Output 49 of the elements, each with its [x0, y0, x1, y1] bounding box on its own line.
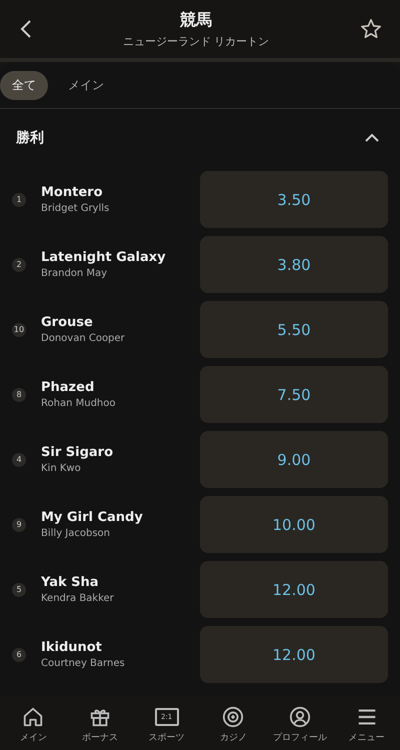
profile-icon[interactable]	[288, 706, 311, 728]
jockey-name: Brandon May	[41, 268, 108, 279]
odds-button[interactable]: 3.50	[200, 171, 388, 228]
nav-label[interactable]: メイン	[20, 731, 47, 744]
chip-icon[interactable]	[222, 706, 244, 728]
odds-button[interactable]: 7.50	[200, 366, 388, 423]
horse-name: Montero	[41, 185, 104, 200]
horse-name: My Girl Candy	[41, 510, 144, 525]
odds-button[interactable]: 10.00	[200, 496, 388, 553]
jockey-name: Kendra Bakker	[41, 593, 115, 604]
horse-name: Ikidunot	[41, 640, 103, 655]
page-title: 競馬	[180, 10, 212, 30]
runner-number: 6	[12, 648, 26, 662]
runner-number: 9	[12, 518, 26, 532]
runner-number: 5	[12, 582, 26, 596]
runner-number: 8	[12, 388, 26, 402]
runner-number: 10	[12, 322, 26, 336]
nav-label[interactable]: カジノ	[220, 731, 247, 744]
filter-tab[interactable]: メイン	[56, 70, 116, 100]
odds-button[interactable]: 9.00	[200, 431, 388, 488]
horse-name: Latenight Galaxy	[41, 250, 167, 265]
horse-name: Phazed	[41, 380, 96, 395]
market-title: 勝利	[16, 129, 44, 147]
nav-label[interactable]: プロフィール	[272, 731, 327, 744]
jockey-name: Courtney Barnes	[41, 658, 126, 669]
horse-name: Yak Sha	[41, 575, 100, 590]
nav-label[interactable]: ボーナス	[82, 731, 118, 744]
horse-name: Sir Sigaro	[41, 445, 114, 460]
runner-number: 1	[12, 192, 26, 206]
jockey-name: Donovan Cooper	[41, 333, 126, 344]
odds-button[interactable]: 12.00	[200, 561, 388, 618]
home-icon[interactable]	[22, 706, 44, 728]
chevron-icon[interactable]	[364, 133, 380, 143]
jockey-name: Bridget Grylls	[41, 203, 110, 214]
odds-button[interactable]: 3.80	[200, 236, 388, 293]
odds-button[interactable]: 5.50	[200, 301, 388, 358]
back-icon[interactable]	[20, 19, 32, 39]
jockey-name: Billy Jacobson	[41, 528, 111, 539]
filter-tab[interactable]: 全て	[0, 70, 48, 100]
star-icon[interactable]	[360, 18, 382, 40]
jockey-name: Rohan Mudhoo	[41, 398, 116, 409]
horse-name: Grouse	[41, 315, 94, 330]
runner-number: 4	[12, 452, 26, 466]
page-subtitle: ニュージーランド リカートン	[122, 34, 270, 48]
odds-button[interactable]: 12.00	[200, 626, 388, 683]
nav-label[interactable]: スポーツ	[148, 731, 185, 744]
jockey-name: Kin Kwo	[41, 463, 82, 474]
runner-number: 2	[12, 258, 26, 272]
nav-label[interactable]: メニュー	[348, 731, 385, 744]
